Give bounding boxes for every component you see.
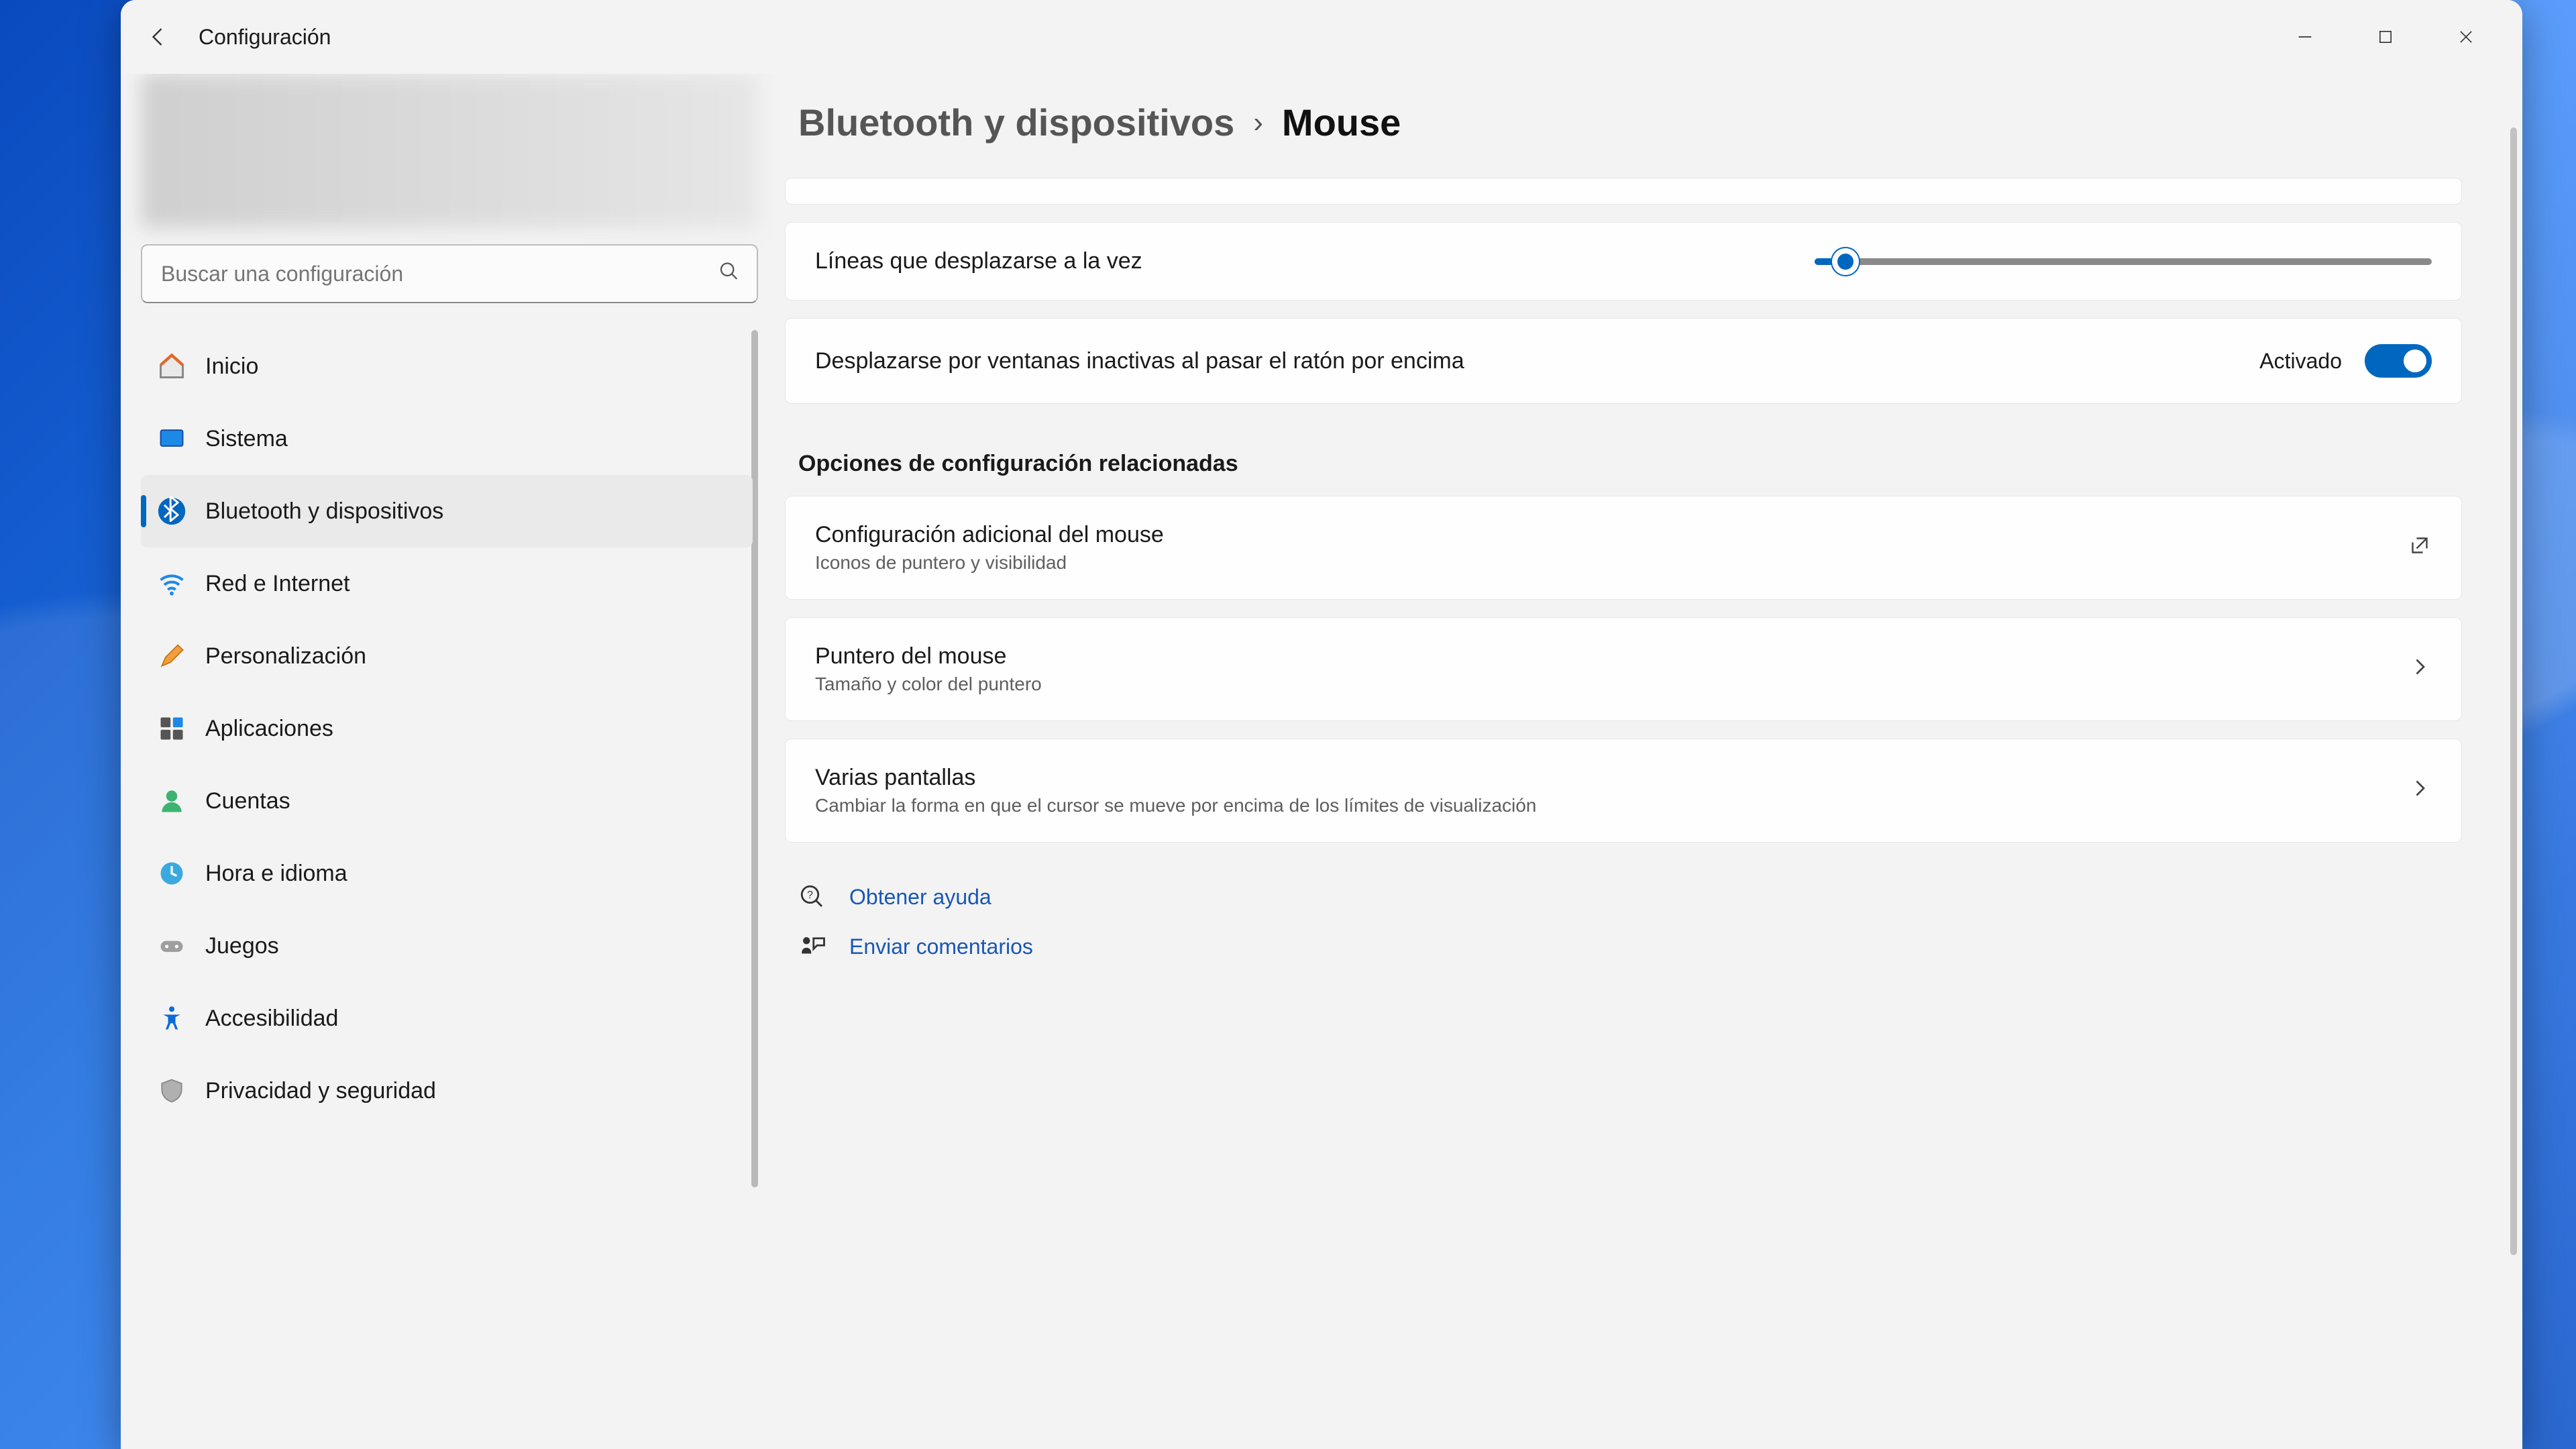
accounts-icon (157, 786, 186, 816)
settings-window: Configuración (121, 0, 2522, 1449)
apps-icon (157, 714, 186, 743)
shield-icon (157, 1076, 186, 1106)
window-controls (2265, 10, 2506, 64)
gaming-icon (157, 931, 186, 961)
bluetooth-icon (157, 496, 186, 526)
sidebar-item-label: Hora e idioma (205, 861, 347, 887)
sidebar-item-label: Juegos (205, 933, 279, 959)
link-title: Varias pantallas (815, 765, 1536, 791)
sidebar: Inicio Sistema Bluetooth y dispositivos (121, 74, 778, 1449)
get-help-link[interactable]: ? Obtener ayuda (798, 883, 2462, 911)
scroll-inactive-toggle[interactable] (2365, 344, 2432, 378)
sidebar-item-label: Cuentas (205, 788, 290, 814)
sidebar-item-label: Bluetooth y dispositivos (205, 498, 443, 525)
app-title: Configuración (199, 25, 331, 50)
system-icon (157, 424, 186, 453)
sidebar-item-red[interactable]: Red e Internet (141, 547, 753, 620)
breadcrumb-parent[interactable]: Bluetooth y dispositivos (798, 101, 1234, 144)
breadcrumb: Bluetooth y dispositivos › Mouse (785, 74, 2462, 178)
close-button[interactable] (2426, 10, 2506, 64)
search-box[interactable] (141, 244, 758, 303)
link-mouse-pointer[interactable]: Puntero del mouse Tamaño y color del pun… (785, 617, 2462, 721)
footer-link-label: Obtener ayuda (849, 885, 991, 910)
chevron-right-icon (2408, 776, 2432, 805)
sidebar-item-juegos[interactable]: Juegos (141, 910, 753, 982)
sidebar-item-hora[interactable]: Hora e idioma (141, 837, 753, 910)
setting-label: Desplazarse por ventanas inactivas al pa… (815, 348, 1464, 374)
chevron-right-icon: › (1253, 106, 1263, 140)
card-partial-top (785, 178, 2462, 205)
scroll-lines-slider[interactable] (1815, 258, 2432, 265)
sidebar-item-bluetooth[interactable]: Bluetooth y dispositivos (141, 475, 753, 547)
link-title: Puntero del mouse (815, 643, 1042, 669)
toggle-state-label: Activado (2259, 349, 2342, 374)
open-external-icon (2408, 533, 2432, 562)
titlebar: Configuración (121, 0, 2522, 74)
wifi-icon (157, 569, 186, 598)
paintbrush-icon (157, 641, 186, 671)
link-title: Configuración adicional del mouse (815, 522, 1164, 548)
maximize-button[interactable] (2345, 10, 2426, 64)
breadcrumb-current: Mouse (1282, 101, 1401, 144)
slider-thumb[interactable] (1832, 248, 1859, 275)
footer-links: ? Obtener ayuda Enviar comentarios (785, 860, 2462, 961)
setting-scroll-lines: Líneas que desplazarse a la vez (785, 222, 2462, 301)
setting-scroll-inactive: Desplazarse por ventanas inactivas al pa… (785, 318, 2462, 404)
back-button[interactable] (137, 15, 180, 58)
footer-link-label: Enviar comentarios (849, 934, 1033, 959)
svg-text:?: ? (807, 890, 813, 901)
send-feedback-link[interactable]: Enviar comentarios (798, 932, 2462, 961)
link-subtitle: Tamaño y color del puntero (815, 674, 1042, 695)
link-subtitle: Iconos de puntero y visibilidad (815, 552, 1164, 574)
link-subtitle: Cambiar la forma en que el cursor se mue… (815, 795, 1536, 816)
content-pane: Bluetooth y dispositivos › Mouse Líneas … (778, 74, 2522, 1449)
sidebar-item-label: Privacidad y seguridad (205, 1078, 436, 1104)
feedback-icon (798, 932, 826, 961)
sidebar-item-accesibilidad[interactable]: Accesibilidad (141, 982, 753, 1055)
sidebar-nav: Inicio Sistema Bluetooth y dispositivos (141, 330, 758, 1429)
accessibility-icon (157, 1004, 186, 1033)
setting-label: Líneas que desplazarse a la vez (815, 248, 1142, 274)
sidebar-item-inicio[interactable]: Inicio (141, 330, 753, 402)
sidebar-item-label: Red e Internet (205, 571, 350, 597)
sidebar-item-cuentas[interactable]: Cuentas (141, 765, 753, 837)
sidebar-item-sistema[interactable]: Sistema (141, 402, 753, 475)
related-settings-heading: Opciones de configuración relacionadas (785, 421, 2462, 496)
user-profile-card[interactable] (141, 74, 758, 228)
minimize-button[interactable] (2265, 10, 2345, 64)
sidebar-item-aplicaciones[interactable]: Aplicaciones (141, 692, 753, 765)
search-icon (718, 260, 741, 288)
time-language-icon (157, 859, 186, 888)
help-icon: ? (798, 883, 826, 911)
sidebar-item-label: Accesibilidad (205, 1006, 338, 1032)
home-icon (157, 352, 186, 381)
search-input[interactable] (141, 244, 758, 303)
content-scrollbar[interactable] (2510, 127, 2517, 1255)
sidebar-item-label: Aplicaciones (205, 716, 333, 742)
link-additional-mouse-settings[interactable]: Configuración adicional del mouse Iconos… (785, 496, 2462, 600)
sidebar-item-label: Personalización (205, 643, 366, 669)
sidebar-item-privacidad[interactable]: Privacidad y seguridad (141, 1055, 753, 1127)
link-multiple-displays[interactable]: Varias pantallas Cambiar la forma en que… (785, 739, 2462, 843)
slider-track (1815, 258, 2432, 265)
sidebar-item-label: Sistema (205, 426, 288, 452)
chevron-right-icon (2408, 655, 2432, 684)
sidebar-item-personalizacion[interactable]: Personalización (141, 620, 753, 692)
sidebar-item-label: Inicio (205, 354, 258, 380)
